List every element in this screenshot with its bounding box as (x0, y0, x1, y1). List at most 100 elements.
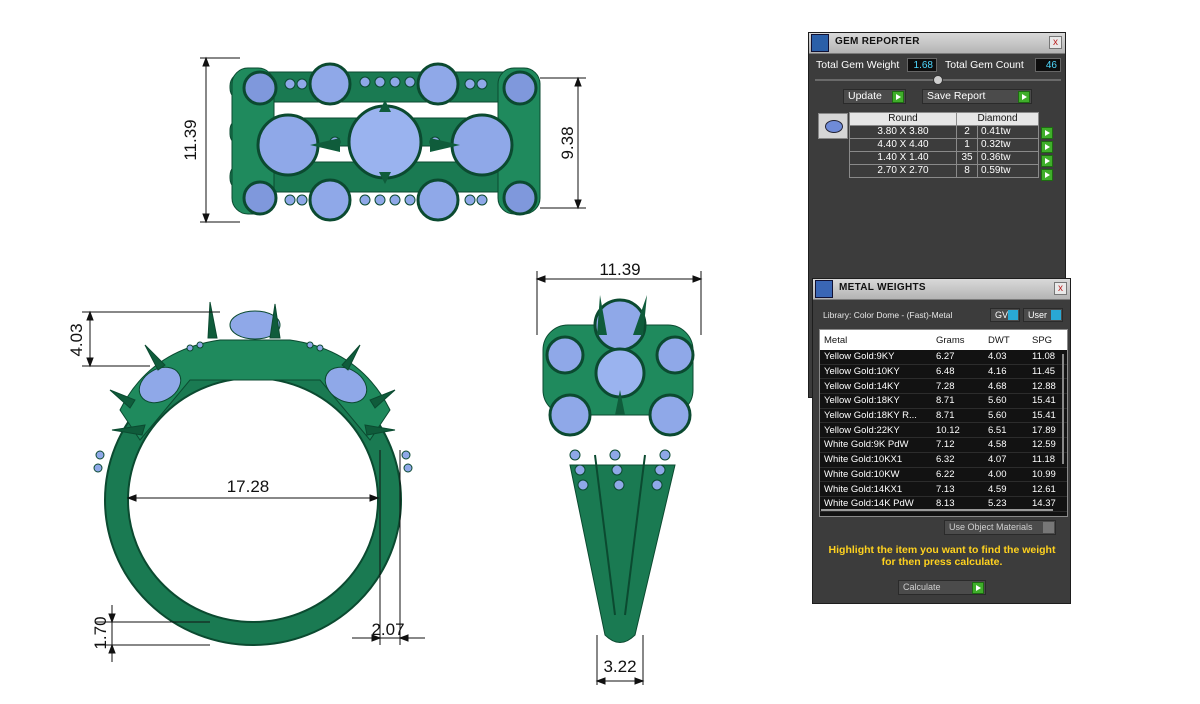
ring-side-view: 11.39 3.22 (535, 260, 703, 685)
gem-count: 2 (956, 125, 978, 139)
metal-dwt: 5.60 (984, 408, 1028, 424)
metal-grams: 6.27 (932, 350, 984, 365)
row-select-icon-3[interactable] (1041, 155, 1053, 167)
calculate-play-icon (972, 582, 984, 594)
gem-count: 35 (956, 151, 978, 165)
round-gem-icon (825, 120, 843, 133)
update-label: Update (848, 90, 882, 102)
metal-dwt: 5.60 (984, 393, 1028, 409)
gem-reporter-titlebar[interactable]: GEM REPORTER x (809, 33, 1065, 54)
row-select-icon-4[interactable] (1041, 169, 1053, 181)
update-button[interactable]: Update (843, 89, 906, 104)
gem-size: 4.40 X 4.40 (849, 138, 957, 152)
dim-front-shoulder: 4.03 (70, 323, 86, 356)
total-gem-count-value: 46 (1035, 58, 1061, 72)
metal-grams: 7.13 (932, 481, 984, 497)
metal-grams: 6.32 (932, 452, 984, 468)
scale-icon (815, 280, 833, 298)
metal-grams: 8.71 (932, 408, 984, 424)
metal-dwt: 4.00 (984, 467, 1028, 483)
metal-col-spg[interactable]: SPG (1028, 330, 1067, 350)
dim-front-inner: 17.28 (227, 477, 270, 496)
gem-col-shape: Round (849, 112, 957, 126)
table-row[interactable]: 1.40 X 1.40 35 0.36tw (849, 151, 1039, 165)
metal-grams: 8.71 (932, 393, 984, 409)
user-label: User (1028, 310, 1048, 320)
table-row[interactable]: Yellow Gold:22KY 10.12 6.51 17.89 (820, 422, 1067, 439)
gem-col-material: Diamond (956, 112, 1039, 126)
metal-name: White Gold:10KX1 (820, 452, 932, 468)
metal-col-dwt[interactable]: DWT (984, 330, 1028, 350)
dim-side-bottom: 3.22 (603, 657, 636, 676)
gem-size: 3.80 X 3.80 (849, 125, 957, 139)
total-gem-weight-value: 1.68 (907, 58, 937, 72)
table-row[interactable]: Yellow Gold:18KY R... 8.71 5.60 15.41 (820, 408, 1067, 424)
save-report-label: Save Report (927, 90, 986, 102)
table-row[interactable]: Yellow Gold:18KY 8.71 5.60 15.41 (820, 393, 1067, 409)
user-toggle[interactable]: User (1023, 308, 1063, 322)
total-gem-weight-label: Total Gem Weight (816, 59, 900, 71)
metal-dwt: 4.58 (984, 437, 1028, 453)
metal-name: Yellow Gold:22KY (820, 422, 932, 439)
gem-size: 2.70 X 2.70 (849, 164, 957, 178)
metal-weights-title: METAL WEIGHTS (839, 282, 926, 293)
use-object-materials-label: Use Object Materials (949, 522, 1033, 532)
info-icon (1008, 310, 1018, 320)
ring-front-view: 4.03 17.28 1.70 2.07 (70, 301, 425, 662)
gem-weight: 0.36tw (977, 151, 1039, 165)
table-row[interactable]: Yellow Gold:14KY 7.28 4.68 12.88 (820, 378, 1067, 395)
horizontal-scrollbar[interactable] (821, 509, 1053, 511)
metal-grams: 7.28 (932, 378, 984, 395)
splitter-knob-icon[interactable] (933, 75, 943, 85)
row-select-icon-1[interactable] (1041, 127, 1053, 139)
table-row[interactable]: White Gold:10KX1 6.32 4.07 11.18 (820, 452, 1067, 468)
dropdown-icon (1043, 522, 1054, 533)
gem-count: 8 (956, 164, 978, 178)
metal-col-metal[interactable]: Metal (820, 330, 932, 350)
dim-top-height: 11.39 (181, 119, 200, 160)
table-row[interactable]: 4.40 X 4.40 1 0.32tw (849, 138, 1039, 152)
metal-name: Yellow Gold:10KY (820, 364, 932, 380)
metal-dwt: 4.07 (984, 452, 1028, 468)
close-icon[interactable]: x (1054, 282, 1067, 295)
metal-table-container[interactable]: Metal Grams DWT SPG Yellow Gold:9KY 6.27 4… (819, 329, 1068, 517)
metal-name: White Gold:10KW (820, 467, 932, 483)
save-report-button[interactable]: Save Report (922, 89, 1032, 104)
metal-grams: 6.22 (932, 467, 984, 483)
metal-grams: 10.12 (932, 422, 984, 439)
update-play-icon (892, 91, 904, 103)
dim-top-inner: 9.38 (558, 126, 577, 159)
gem-size: 1.40 X 1.40 (849, 151, 957, 165)
table-row[interactable]: 3.80 X 3.80 2 0.41tw (849, 125, 1039, 139)
table-row[interactable]: White Gold:9K PdW 7.12 4.58 12.59 (820, 437, 1067, 453)
gem-shape-thumbnail[interactable] (818, 113, 848, 139)
table-row[interactable]: 2.70 X 2.70 8 0.59tw (849, 164, 1039, 178)
metal-col-grams[interactable]: Grams (932, 330, 984, 350)
gem-count: 1 (956, 138, 978, 152)
calculate-button[interactable]: Calculate (898, 580, 986, 595)
calculate-label: Calculate (903, 582, 941, 592)
metal-name: Yellow Gold:18KY (820, 393, 932, 409)
info-icon (1051, 310, 1061, 320)
metal-dwt: 4.03 (984, 350, 1028, 365)
dim-front-band: 2.07 (371, 620, 404, 639)
metal-spg: 12.61 (1028, 481, 1067, 497)
library-label: Library: Color Dome - (Fast)-Metal (823, 310, 953, 320)
table-row[interactable]: Yellow Gold:9KY 6.27 4.03 11.08 (820, 350, 1067, 365)
metal-table: Metal Grams DWT SPG Yellow Gold:9KY 6.27 4… (820, 330, 1067, 512)
metal-spg: 10.99 (1028, 467, 1067, 483)
use-object-materials-select[interactable]: Use Object Materials (944, 520, 1056, 535)
gem-reporter-icon (811, 34, 829, 52)
gv-toggle[interactable]: GV (990, 308, 1020, 322)
metal-grams: 7.12 (932, 437, 984, 453)
gem-weight: 0.41tw (977, 125, 1039, 139)
row-select-icon-2[interactable] (1041, 141, 1053, 153)
table-row[interactable]: White Gold:10KW 6.22 4.00 10.99 (820, 467, 1067, 483)
table-row[interactable]: Yellow Gold:10KY 6.48 4.16 11.45 (820, 364, 1067, 380)
metal-weights-titlebar[interactable]: METAL WEIGHTS x (813, 279, 1070, 300)
save-report-play-icon (1018, 91, 1030, 103)
table-row[interactable]: White Gold:14KX1 7.13 4.59 12.61 (820, 481, 1067, 497)
instruction-text: Highlight the item you want to find the … (828, 544, 1056, 568)
vertical-scrollbar[interactable] (1062, 354, 1064, 464)
close-icon[interactable]: x (1049, 36, 1062, 49)
